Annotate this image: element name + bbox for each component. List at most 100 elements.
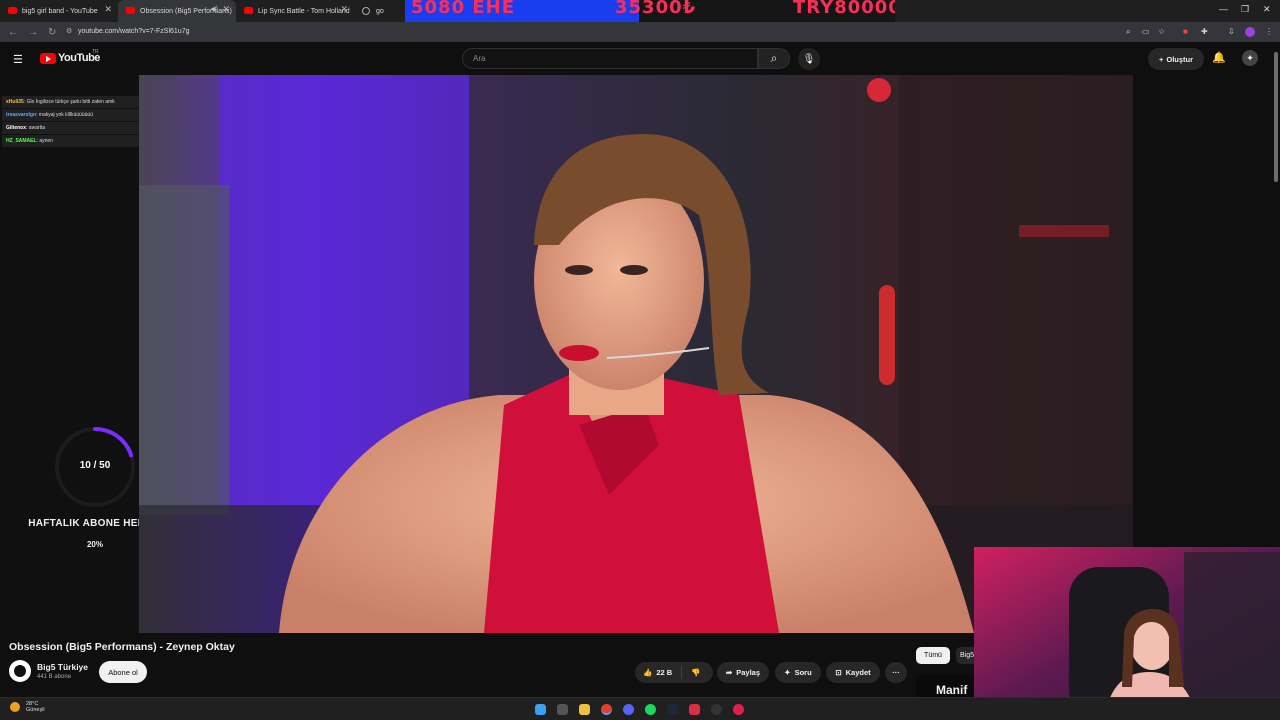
app-icon[interactable] (689, 704, 700, 715)
restore-icon[interactable]: ❐ (1241, 4, 1249, 15)
youtube-favicon-icon (8, 7, 17, 14)
channel-name[interactable]: Big5 Türkiye (37, 662, 88, 672)
task-view-icon[interactable] (557, 704, 568, 715)
discord-icon[interactable] (623, 704, 634, 715)
streamer-webcam (974, 547, 1280, 720)
chat-username: xHuli35 (6, 99, 24, 105)
window-close-icon[interactable]: ✕ (1263, 4, 1271, 15)
close-tab-icon[interactable]: ✕ (104, 4, 112, 15)
like-button[interactable]: 👍 22 B (643, 668, 672, 677)
tab-label: Obsession (Big5 Performans) (140, 7, 232, 15)
subscribe-button[interactable]: Abone ol (99, 661, 147, 683)
spotify-icon[interactable] (645, 704, 656, 715)
browser-address-bar: ← → ↻ ⚙ youtube.com/watch?v=7-FzSl61u7g … (0, 22, 1280, 42)
app-red-icon[interactable] (733, 704, 744, 715)
tab-golli[interactable]: golli (354, 0, 384, 22)
zoom-icon[interactable]: ⌕ (1126, 27, 1130, 37)
chip-big5[interactable]: Big5 (956, 647, 976, 664)
weather-condition: Güneşli (26, 707, 45, 713)
goal-count: 10 / 50 (79, 460, 111, 471)
search-button[interactable]: ⌕ (758, 48, 790, 69)
like-dislike-group: 👍 22 B 👎 (635, 662, 713, 683)
tab-lip-sync-battle[interactable]: Lip Sync Battle - Tom Holland ✕ (236, 0, 354, 22)
back-icon[interactable]: ← (8, 27, 20, 38)
chrome-icon[interactable] (601, 704, 612, 715)
chat-text: makyaj yok kllllıüüüüüüü (38, 112, 93, 118)
minimize-icon[interactable]: — (1219, 4, 1228, 14)
scrollbar-thumb[interactable] (1274, 52, 1278, 182)
ticker-text-right: TRY80000 (793, 0, 895, 18)
create-button[interactable]: + Oluştur (1148, 48, 1204, 70)
recommendation-thumbnail[interactable]: Manif (916, 675, 974, 697)
recommendations-area (1133, 75, 1280, 547)
video-title: Obsession (Big5 Performans) - Zeynep Okt… (9, 641, 235, 653)
subscriber-count: 441 B abone (37, 674, 72, 680)
dislike-button[interactable]: 👎 (691, 668, 700, 677)
save-button[interactable]: ⊡ Kaydet (826, 662, 880, 683)
chat-text: awartta (28, 125, 46, 131)
globe-icon (362, 7, 370, 15)
bookmark-icon: ⊡ (835, 668, 842, 677)
chat-username: treasvarolgn (6, 112, 37, 118)
youtube-play-icon (40, 52, 56, 64)
browser-menu-icon[interactable]: ⋮ (1265, 27, 1273, 36)
tab-big5-girl-band[interactable]: big5 girl band - YouTube ✕ (0, 0, 118, 22)
bookmark-star-icon[interactable]: ☆ (1158, 27, 1165, 36)
thumbs-down-icon: 👎 (691, 668, 701, 677)
hamburger-menu-icon[interactable]: ☰ (13, 53, 23, 66)
ask-label: Soru (794, 668, 812, 677)
plus-icon: + (1158, 54, 1164, 64)
windows-start-icon[interactable] (535, 704, 546, 715)
region-code: TR (92, 49, 99, 55)
chat-username: Giltenox (6, 125, 27, 131)
create-label: Oluştur (1166, 54, 1194, 64)
more-actions-button[interactable]: ··· (885, 662, 907, 683)
close-tab-icon[interactable]: ✕ (340, 4, 348, 15)
microphone-icon: 🎙 (802, 53, 816, 65)
share-button[interactable]: ➦ Paylaş (717, 662, 769, 683)
like-count: 22 B (656, 668, 673, 677)
channel-avatar[interactable] (9, 660, 31, 682)
profile-icon[interactable] (1245, 27, 1255, 37)
weather-widget[interactable]: 28°C Güneşli (10, 701, 45, 713)
divider (681, 666, 682, 679)
windows-taskbar: 28°C Güneşli (0, 697, 1280, 720)
cast-icon[interactable]: ▭ (1142, 27, 1150, 36)
file-explorer-icon[interactable] (579, 704, 590, 715)
youtube-logo[interactable]: YouTube TR (40, 49, 100, 64)
search-input[interactable]: Ara (462, 48, 758, 69)
search-icon: ⌕ (770, 51, 778, 65)
url-field[interactable]: youtube.com/watch?v=7-FzSl61u7g (78, 28, 189, 35)
ticker-text-left: 5080 EHE (411, 0, 516, 18)
tab-obsession[interactable]: Obsession (Big5 Performans) ◀) ✕ (118, 0, 236, 22)
speaker-icon[interactable]: ◀) (210, 5, 218, 13)
youtube-favicon-icon (244, 7, 253, 14)
ask-button[interactable]: ✦ Soru (775, 662, 821, 683)
notifications-bell-icon[interactable]: 🔔 (1212, 51, 1226, 64)
sparkle-icon: ✦ (784, 668, 791, 677)
tab-label: golli (376, 7, 384, 15)
voice-search-button[interactable]: 🎙 (798, 48, 820, 70)
account-avatar[interactable]: ✦ (1242, 50, 1258, 66)
save-label: Kaydet (845, 668, 871, 677)
chat-username: HZ_SAMAEL (6, 138, 37, 144)
extension-icon[interactable]: ■ (1183, 27, 1188, 36)
extensions-puzzle-icon[interactable]: ✚ (1201, 27, 1208, 36)
share-icon: ➦ (725, 668, 733, 677)
stream-overlay-panel (0, 75, 139, 633)
downloads-icon[interactable]: ⇩ (1228, 27, 1235, 36)
tab-label: big5 girl band - YouTube (22, 7, 98, 15)
sun-icon (10, 702, 20, 712)
chip-all[interactable]: Tümü (916, 647, 950, 664)
channel-logo-icon (14, 665, 26, 677)
steam-icon[interactable] (667, 704, 678, 715)
forward-icon[interactable]: → (28, 27, 40, 38)
share-label: Paylaş (736, 668, 761, 677)
chat-text: Glo İngilizce türkçe şarkı bitti zaten a… (26, 99, 115, 105)
close-tab-icon[interactable]: ✕ (222, 4, 230, 15)
more-icon: ··· (892, 668, 900, 677)
recommendation-thumbnail-text: Manif (936, 683, 968, 697)
site-info-icon[interactable]: ⚙ (66, 27, 72, 35)
reload-icon[interactable]: ↻ (48, 27, 60, 38)
obs-icon[interactable] (711, 704, 722, 715)
